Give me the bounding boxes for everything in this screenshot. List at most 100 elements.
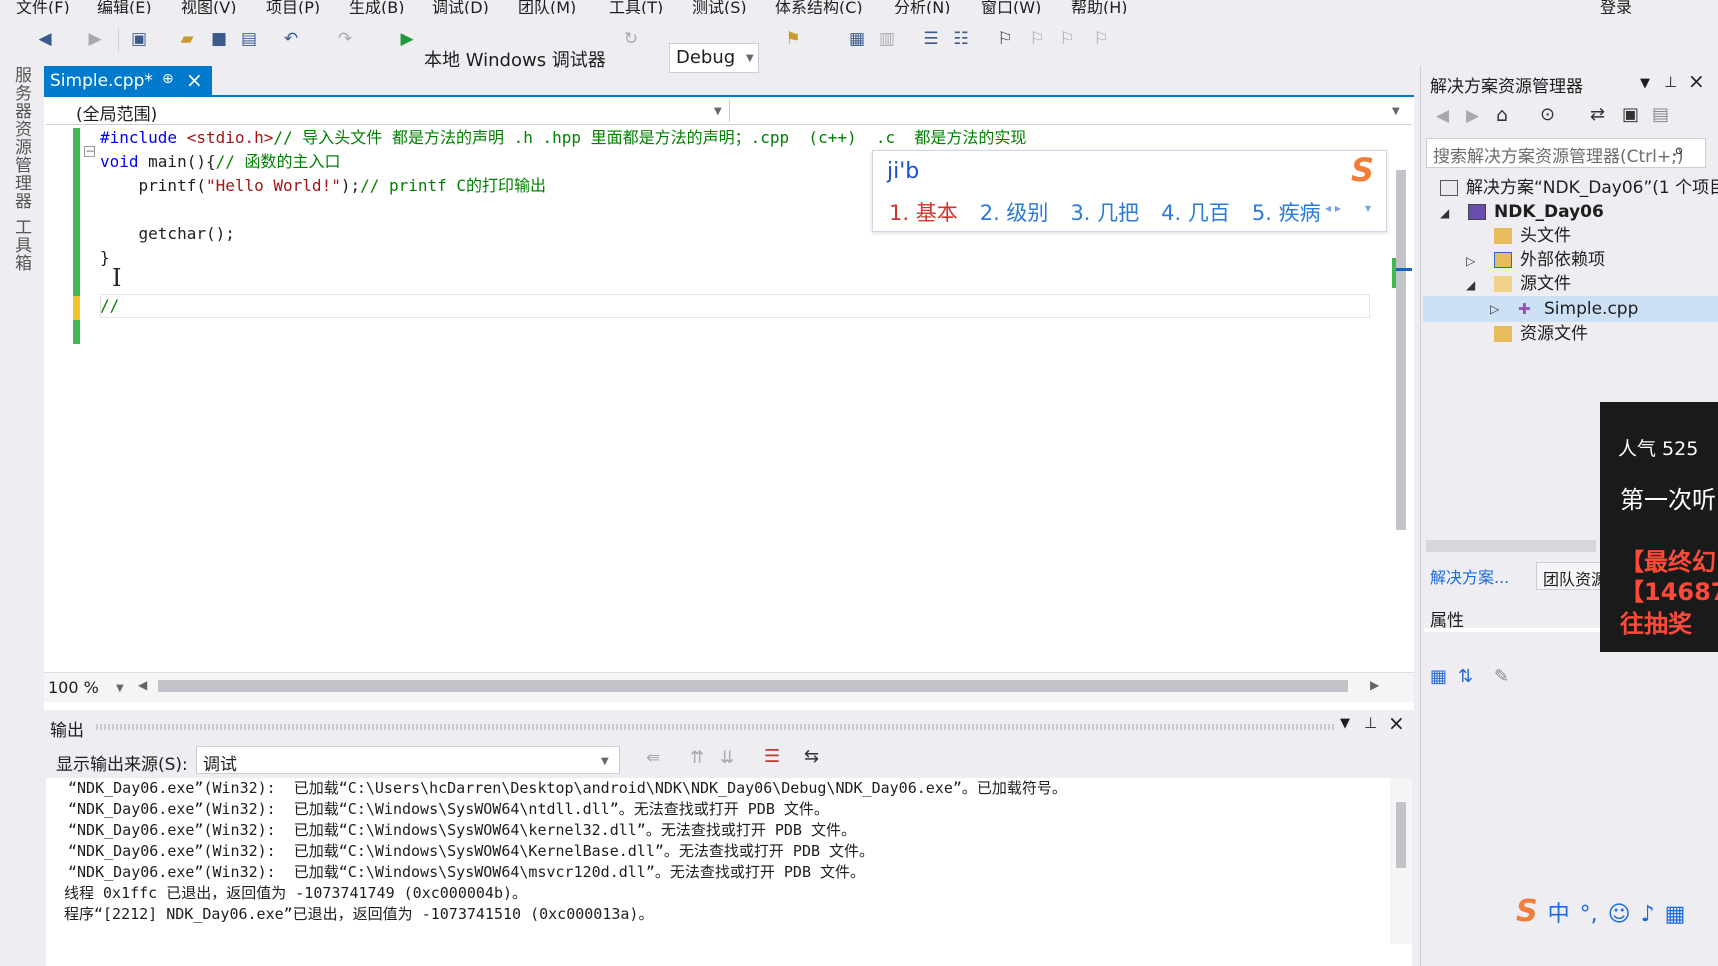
- clear-bookmarks-icon[interactable]: ⚐: [1090, 28, 1112, 50]
- property-pages-icon[interactable]: ✎: [1494, 666, 1509, 687]
- editor-scroll-thumb[interactable]: [1396, 170, 1406, 530]
- comment-icon[interactable]: ☰: [920, 28, 942, 50]
- tree-source[interactable]: 源文件: [1494, 272, 1571, 296]
- find-icon[interactable]: ⚑: [782, 28, 804, 50]
- forward-icon[interactable]: ▶: [84, 28, 106, 50]
- tab-simple-cpp[interactable]: Simple.cpp* ⊕ ×: [44, 66, 212, 96]
- prev-message-icon[interactable]: ⇈: [690, 748, 704, 768]
- collapsed-arrow-icon[interactable]: ▷: [1490, 302, 1499, 316]
- menu-architecture[interactable]: 体系结构(C): [775, 0, 863, 14]
- ime-punct-toggle[interactable]: °,: [1580, 902, 1598, 927]
- tab-solution-explorer[interactable]: 解决方案...: [1430, 564, 1509, 588]
- scroll-left-icon[interactable]: ◀: [138, 678, 147, 692]
- server-explorer-tab[interactable]: 服务器资源管理器: [11, 66, 34, 210]
- refresh-icon[interactable]: ↻: [620, 28, 642, 50]
- menu-project[interactable]: 项目(P): [266, 0, 320, 14]
- member-select[interactable]: ▼: [732, 99, 1408, 122]
- menu-file[interactable]: 文件(F): [16, 0, 70, 14]
- go-to-location-icon[interactable]: ⇚: [646, 748, 660, 768]
- alphabetical-icon[interactable]: ⇅: [1458, 666, 1473, 687]
- se-menu-icon[interactable]: ▼: [1640, 76, 1650, 91]
- start-debug-icon[interactable]: ▶: [396, 28, 418, 50]
- menu-team[interactable]: 团队(M): [518, 0, 576, 14]
- menu-help[interactable]: 帮助(H): [1071, 0, 1128, 14]
- keyboard-icon[interactable]: ▦: [1665, 902, 1686, 927]
- ime-candidate[interactable]: 5. 疾病: [1252, 201, 1321, 225]
- tree-simple-cpp[interactable]: ✚ Simple.cpp: [1518, 297, 1638, 321]
- save-all-icon[interactable]: ▤: [238, 28, 260, 50]
- menu-analyze[interactable]: 分析(N): [894, 0, 950, 14]
- configuration-select[interactable]: Debug ▼: [669, 43, 759, 73]
- output-scrollbar[interactable]: [1390, 778, 1412, 944]
- ime-mode-toggle[interactable]: 中: [1548, 902, 1570, 927]
- toolbox-tab[interactable]: 工具箱: [11, 218, 34, 272]
- tree-project[interactable]: NDK_Day06: [1468, 200, 1604, 224]
- close-icon[interactable]: ×: [186, 68, 203, 92]
- menu-tools[interactable]: 工具(T): [609, 0, 663, 14]
- panel-pin-icon[interactable]: ⊥: [1364, 714, 1377, 732]
- search-icon[interactable]: ⌕: [1674, 140, 1684, 161]
- next-bookmark-icon[interactable]: ⚐: [1056, 28, 1078, 50]
- menu-build[interactable]: 生成(B): [349, 0, 404, 14]
- bookmark-icon[interactable]: ▦: [846, 28, 868, 50]
- editor-hscroll-thumb[interactable]: [158, 680, 1348, 692]
- ime-candidate[interactable]: 4. 几百: [1161, 201, 1230, 225]
- word-wrap-icon[interactable]: ⇆: [804, 746, 819, 767]
- collapsed-arrow-icon[interactable]: ▷: [1466, 254, 1475, 268]
- tree-external[interactable]: 外部依赖项: [1494, 248, 1605, 272]
- menu-debug[interactable]: 调试(D): [432, 0, 489, 14]
- output-source-select[interactable]: 调试 ▼: [196, 746, 620, 775]
- ime-candidate[interactable]: 1. 基本: [889, 201, 958, 225]
- categorized-icon[interactable]: ▦: [1430, 666, 1447, 687]
- uncomment-icon[interactable]: ☷: [950, 28, 972, 50]
- ime-candidate-window[interactable]: ji'b 1. 基本 2. 级别 3. 几把 4. 几百 5. 疾病 ◂ ▸ ▾ S: [872, 150, 1387, 232]
- se-close-icon[interactable]: ×: [1688, 69, 1705, 93]
- menu-edit[interactable]: 编辑(E): [97, 0, 152, 14]
- se-hscrollbar[interactable]: [1426, 540, 1596, 552]
- output-scroll-thumb[interactable]: [1396, 802, 1406, 868]
- login-link[interactable]: 登录: [1600, 0, 1632, 14]
- tree-headers[interactable]: 头文件: [1494, 224, 1571, 248]
- se-search-input[interactable]: 搜索解决方案资源管理器(Ctrl+;): [1426, 138, 1706, 168]
- ime-candidate[interactable]: 2. 级别: [980, 201, 1049, 225]
- se-forward-icon[interactable]: ▶: [1466, 106, 1479, 126]
- output-text[interactable]: “NDK_Day06.exe”(Win32): 已加载“C:\Users\hcD…: [46, 778, 1412, 966]
- debugger-button[interactable]: 本地 Windows 调试器: [424, 46, 606, 72]
- clear-all-icon[interactable]: ☰: [764, 746, 780, 767]
- panel-menu-icon[interactable]: ▼: [1340, 716, 1350, 731]
- emoji-icon[interactable]: ☺: [1608, 902, 1631, 927]
- panel-close-icon[interactable]: ×: [1388, 711, 1405, 735]
- pending-changes-icon[interactable]: ⊙: [1540, 104, 1555, 125]
- expanded-arrow-icon[interactable]: ◢: [1466, 278, 1475, 292]
- ime-page-arrows-icon[interactable]: ◂ ▸: [1325, 201, 1341, 215]
- next-message-icon[interactable]: ⇊: [720, 748, 734, 768]
- new-project-icon[interactable]: ▣: [128, 28, 150, 50]
- redo-icon[interactable]: ↷: [334, 28, 356, 50]
- show-all-files-icon[interactable]: ▤: [1652, 104, 1669, 125]
- expanded-arrow-icon[interactable]: ◢: [1440, 206, 1449, 220]
- se-back-icon[interactable]: ◀: [1436, 106, 1449, 126]
- menu-view[interactable]: 视图(V): [181, 0, 236, 14]
- bookmark-toggle-icon[interactable]: ⚐: [994, 28, 1016, 50]
- zoom-select[interactable]: 100 % ▼: [48, 678, 128, 698]
- home-icon[interactable]: ⌂: [1496, 104, 1508, 126]
- panel-grip[interactable]: [96, 724, 1336, 730]
- save-icon[interactable]: ■: [208, 28, 230, 50]
- collapse-all-icon[interactable]: ▣: [1622, 104, 1639, 125]
- microphone-icon[interactable]: ♪: [1641, 902, 1655, 927]
- menu-test[interactable]: 测试(S): [692, 0, 747, 14]
- se-pin-icon[interactable]: ⊥: [1664, 73, 1677, 91]
- pin-icon[interactable]: ⊕: [162, 71, 174, 87]
- ime-expand-icon[interactable]: ▾: [1365, 201, 1371, 215]
- tree-solution[interactable]: 解决方案“NDK_Day06”(1 个项目): [1440, 176, 1718, 200]
- scroll-right-icon[interactable]: ▶: [1370, 678, 1379, 692]
- scope-select[interactable]: (全局范围) ▼: [50, 99, 730, 125]
- sogou-logo-icon[interactable]: S: [1516, 894, 1538, 929]
- align-icon[interactable]: ▥: [876, 28, 898, 50]
- open-folder-icon[interactable]: ▰: [176, 28, 198, 50]
- tree-resources[interactable]: 资源文件: [1494, 322, 1588, 346]
- ime-candidate[interactable]: 3. 几把: [1070, 201, 1139, 225]
- tab-team-explorer[interactable]: 团队资源管理器: [1536, 562, 1606, 590]
- undo-icon[interactable]: ↶: [280, 28, 302, 50]
- prev-bookmark-icon[interactable]: ⚐: [1026, 28, 1048, 50]
